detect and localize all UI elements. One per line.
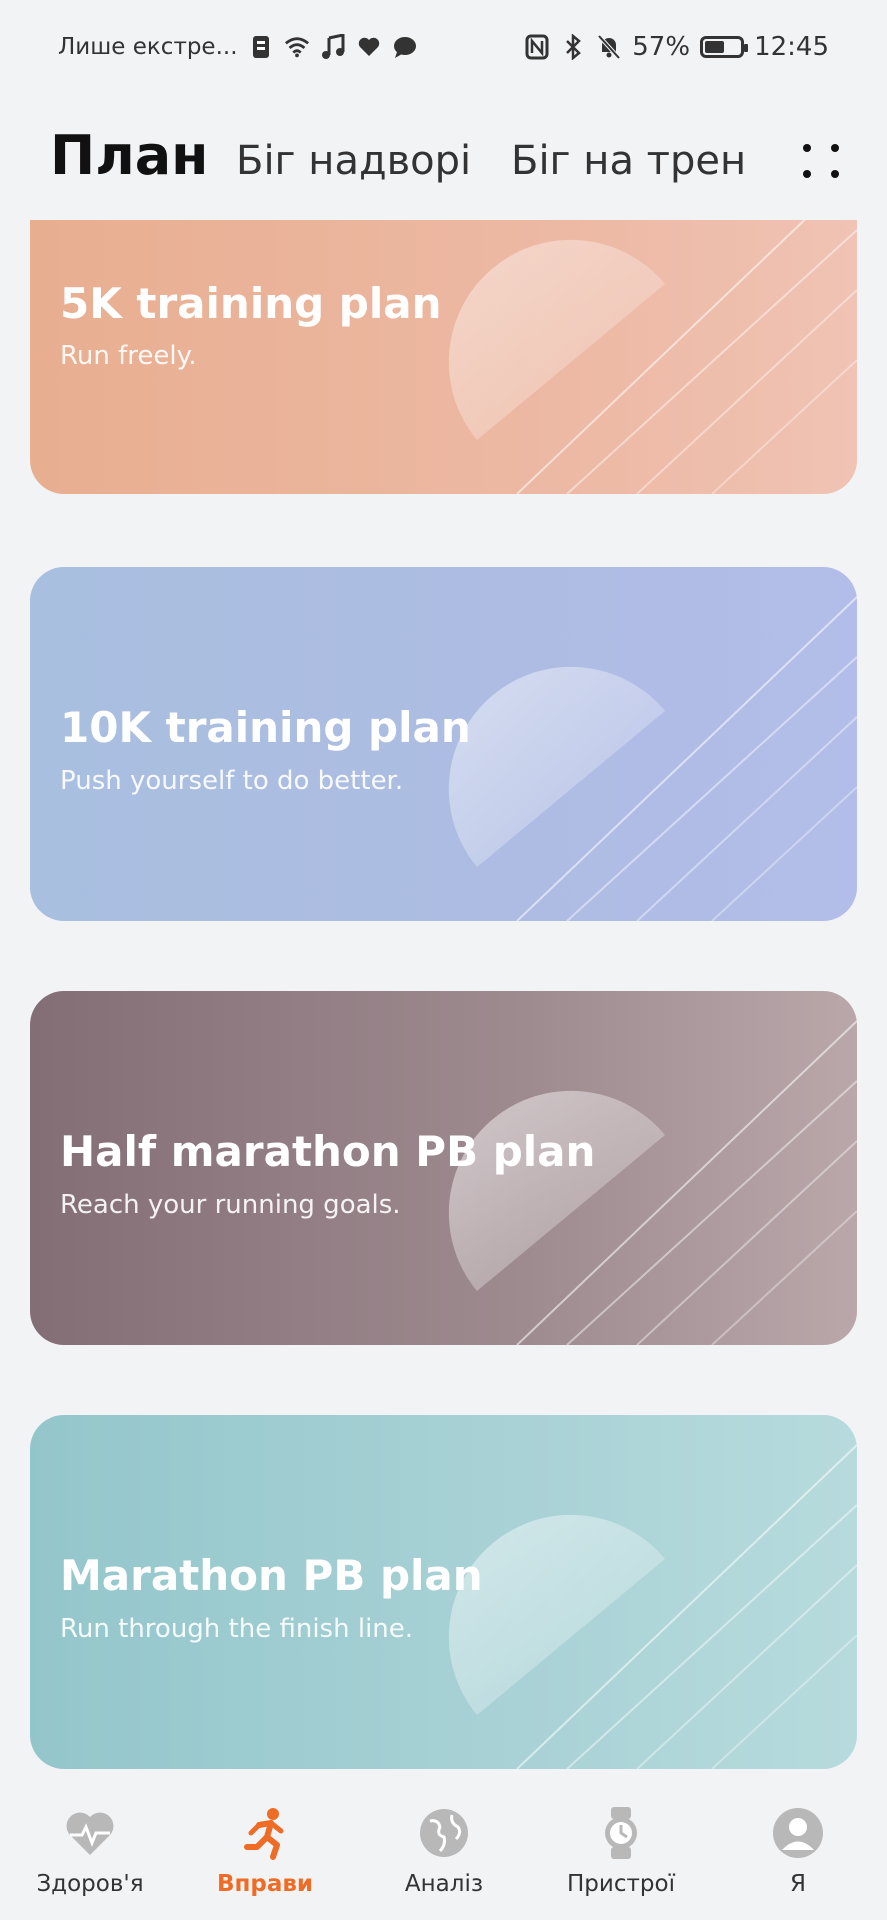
- heart-pulse-icon: [66, 1812, 114, 1855]
- card-title: Marathon PB plan: [60, 1551, 483, 1600]
- clock: 12:45: [754, 32, 829, 62]
- card-title: 10K training plan: [60, 703, 471, 752]
- status-bar-left: Лише екстре...: [58, 34, 418, 60]
- nav-label: Здоров'я: [36, 1871, 144, 1897]
- nav-analysis[interactable]: Аналіз: [364, 1805, 524, 1897]
- plan-card-half-marathon[interactable]: Half marathon PB plan Reach your running…: [30, 991, 857, 1345]
- document-icon: [248, 34, 274, 60]
- nav-me[interactable]: Я: [718, 1805, 878, 1897]
- nav-label: Пристрої: [567, 1871, 675, 1897]
- status-bar-right: 57% 12:45: [524, 32, 829, 62]
- plan-card-5k[interactable]: 5K training plan Run freely.: [30, 220, 857, 494]
- status-bar: Лише екстре... 57% 12:45: [0, 0, 887, 100]
- nav-devices[interactable]: Пристрої: [541, 1805, 701, 1897]
- nav-label: Вправи: [216, 1871, 314, 1897]
- card-title: Half marathon PB plan: [60, 1127, 596, 1176]
- card-subtitle: Push yourself to do better.: [60, 766, 404, 796]
- heart-icon: [356, 34, 382, 60]
- plan-cards-list: 5K training plan Run freely. 10K trainin…: [0, 220, 887, 1775]
- card-decoration-icon: [448, 220, 857, 494]
- tab-outdoor-run[interactable]: Біг надворі: [236, 138, 471, 184]
- battery-percent: 57%: [632, 32, 691, 62]
- battery-level-fill: [705, 41, 725, 53]
- wifi-icon: [284, 34, 310, 60]
- nav-label: Я: [790, 1871, 806, 1897]
- bell-muted-icon: [596, 34, 622, 60]
- header-tabs: План Біг надворі Біг на трен: [0, 110, 887, 220]
- nfc-icon: [524, 34, 550, 60]
- music-note-icon: [320, 34, 346, 60]
- card-decoration-icon: [448, 596, 857, 921]
- card-decoration-icon: [448, 1444, 857, 1769]
- globe-icon: [420, 1809, 468, 1857]
- tab-plan[interactable]: План: [50, 124, 209, 187]
- more-tabs-button[interactable]: [799, 124, 849, 184]
- card-title: 5K training plan: [60, 279, 442, 328]
- card-subtitle: Run through the finish line.: [60, 1614, 414, 1644]
- card-subtitle: Reach your running goals.: [60, 1190, 401, 1220]
- bottom-navigation: Здоров'я Вправи Аналіз Пристрої Я: [0, 1775, 887, 1920]
- battery-icon: [700, 36, 749, 58]
- watch-icon: [605, 1807, 637, 1859]
- nav-health[interactable]: Здоров'я: [10, 1805, 170, 1897]
- card-subtitle: Run freely.: [60, 341, 197, 371]
- tab-treadmill-run[interactable]: Біг на трен: [511, 138, 746, 184]
- nav-label: Аналіз: [404, 1871, 484, 1897]
- dot: [803, 170, 811, 178]
- nav-exercise[interactable]: Вправи: [185, 1805, 345, 1897]
- user-avatar-icon: [773, 1808, 823, 1858]
- dot: [803, 144, 811, 152]
- dot: [831, 170, 839, 178]
- plan-card-10k[interactable]: 10K training plan Push yourself to do be…: [30, 567, 857, 921]
- dot: [831, 144, 839, 152]
- running-person-icon: [244, 1808, 284, 1860]
- plan-card-marathon[interactable]: Marathon PB plan Run through the finish …: [30, 1415, 857, 1769]
- bluetooth-icon: [560, 34, 586, 60]
- chat-bubble-icon: [392, 34, 418, 60]
- notification-text: Лише екстре...: [58, 34, 238, 60]
